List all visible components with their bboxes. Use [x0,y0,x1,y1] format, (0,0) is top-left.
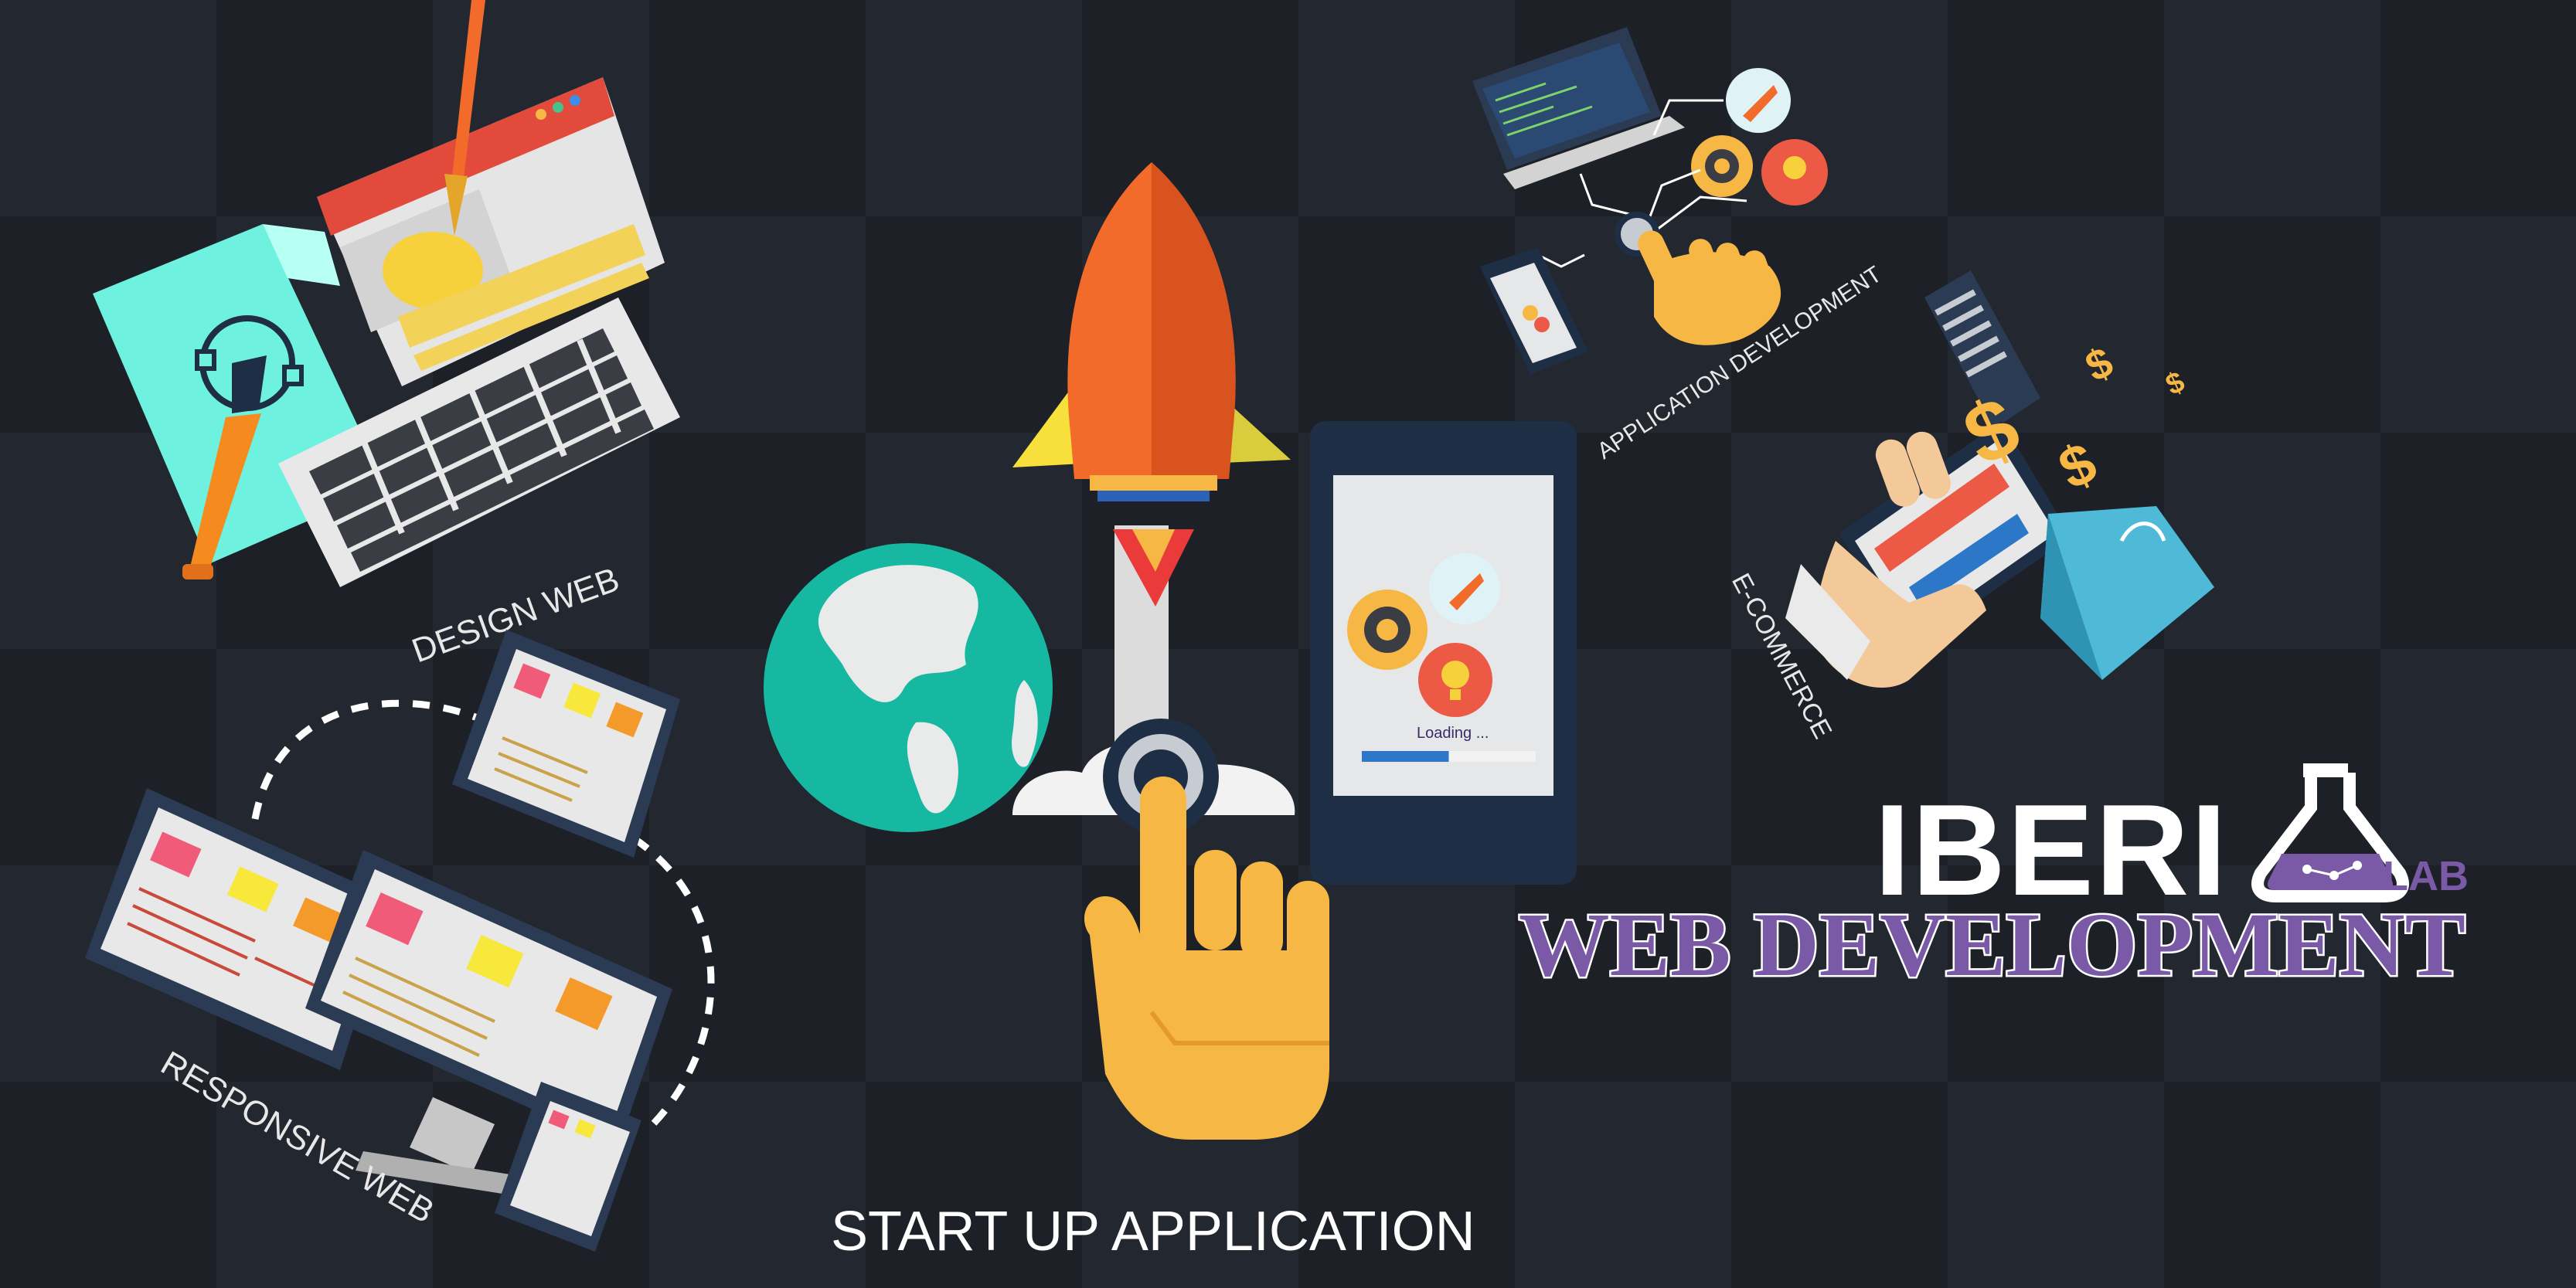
loading-progress-fill [1362,751,1449,762]
smartphone-icon: Loading ... [1310,421,1577,885]
lightbulb-icon [1761,139,1828,206]
rocket-badge-icon [1726,68,1791,133]
gear-icon [1347,590,1428,670]
banner-artwork: DESIGN WEB RESPONSIVE WEB Loading ... ST… [0,0,2576,1288]
globe-icon [764,543,1053,832]
logo-tagline: WEB DEVELOPMENT [1519,894,2465,995]
rocket-badge-icon [1429,553,1500,624]
banner: DESIGN WEB RESPONSIVE WEB Loading ... ST… [0,0,2576,1288]
phone-loading-text: Loading ... [1417,725,1489,742]
lightbulb-icon [1418,643,1492,717]
logo-lab-text: LAB [2383,853,2469,899]
start-up-application-label: START UP APPLICATION [831,1201,1475,1263]
gear-icon [1691,135,1753,197]
